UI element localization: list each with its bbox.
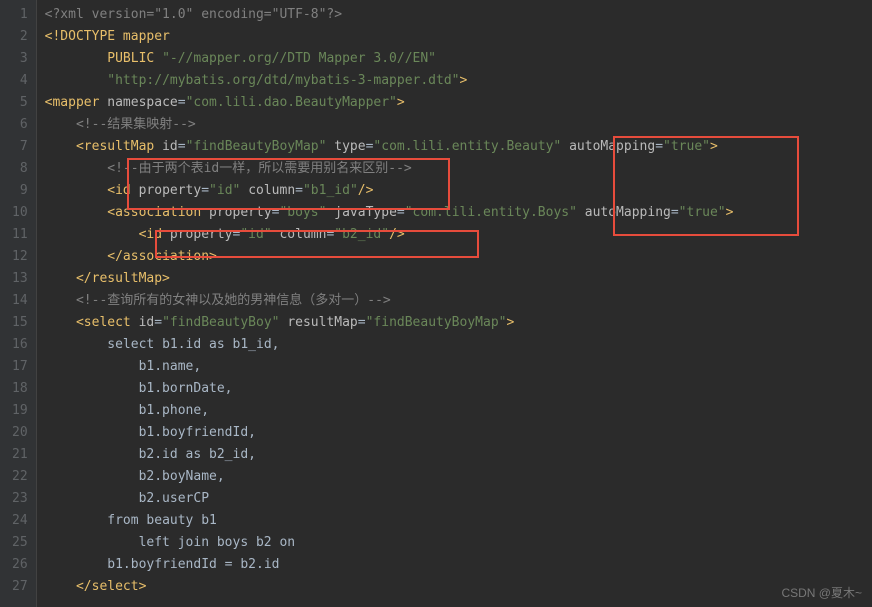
code-line[interactable]: </association> [45, 246, 872, 268]
line-number: 2 [12, 26, 28, 48]
code-line[interactable]: <!--查询所有的女神以及她的男神信息（多对一）--> [45, 290, 872, 312]
line-number: 25 [12, 532, 28, 554]
line-number: 16 [12, 334, 28, 356]
line-number: 26 [12, 554, 28, 576]
code-line[interactable]: <id property="id" column="b2_id"/> [45, 224, 872, 246]
line-number: 5 [12, 92, 28, 114]
line-number: 27 [12, 576, 28, 598]
line-number: 12 [12, 246, 28, 268]
code-line[interactable]: <resultMap id="findBeautyBoyMap" type="c… [45, 136, 872, 158]
code-editor: 1234567891011121314151617181920212223242… [0, 0, 872, 607]
code-line[interactable]: </select> [45, 576, 872, 598]
line-number: 4 [12, 70, 28, 92]
line-number: 14 [12, 290, 28, 312]
line-number: 18 [12, 378, 28, 400]
code-line[interactable]: "http://mybatis.org/dtd/mybatis-3-mapper… [45, 70, 872, 92]
line-number: 22 [12, 466, 28, 488]
line-number: 21 [12, 444, 28, 466]
code-line[interactable]: b2.userCP [45, 488, 872, 510]
code-line[interactable]: <association property="boys" javaType="c… [45, 202, 872, 224]
code-line[interactable]: PUBLIC "-//mapper.org//DTD Mapper 3.0//E… [45, 48, 872, 70]
line-number: 11 [12, 224, 28, 246]
line-number: 3 [12, 48, 28, 70]
code-line[interactable]: </resultMap> [45, 268, 872, 290]
code-line[interactable]: b1.name, [45, 356, 872, 378]
code-line[interactable]: <!DOCTYPE mapper [45, 26, 872, 48]
line-number: 6 [12, 114, 28, 136]
watermark: CSDN @夏木~ [781, 584, 862, 601]
line-number: 23 [12, 488, 28, 510]
code-line[interactable]: b1.bornDate, [45, 378, 872, 400]
code-line[interactable]: <!--由于两个表id一样，所以需要用别名来区别--> [45, 158, 872, 180]
line-number: 17 [12, 356, 28, 378]
code-line[interactable]: b2.boyName, [45, 466, 872, 488]
code-line[interactable]: b1.boyfriendId, [45, 422, 872, 444]
code-line[interactable]: select b1.id as b1_id, [45, 334, 872, 356]
line-number: 13 [12, 268, 28, 290]
line-number: 24 [12, 510, 28, 532]
line-number: 15 [12, 312, 28, 334]
code-area[interactable]: <?xml version="1.0" encoding="UTF-8"?><!… [37, 0, 872, 607]
code-line[interactable]: <?xml version="1.0" encoding="UTF-8"?> [45, 4, 872, 26]
code-line[interactable]: b1.phone, [45, 400, 872, 422]
code-line[interactable]: <mapper namespace="com.lili.dao.BeautyMa… [45, 92, 872, 114]
line-number: 20 [12, 422, 28, 444]
line-number: 1 [12, 4, 28, 26]
code-line[interactable]: b2.id as b2_id, [45, 444, 872, 466]
line-number: 9 [12, 180, 28, 202]
code-line[interactable]: b1.boyfriendId = b2.id [45, 554, 872, 576]
code-line[interactable]: <select id="findBeautyBoy" resultMap="fi… [45, 312, 872, 334]
code-line[interactable]: left join boys b2 on [45, 532, 872, 554]
line-number-gutter: 1234567891011121314151617181920212223242… [0, 0, 37, 607]
code-line[interactable]: <!--结果集映射--> [45, 114, 872, 136]
line-number: 10 [12, 202, 28, 224]
code-line[interactable]: from beauty b1 [45, 510, 872, 532]
line-number: 19 [12, 400, 28, 422]
line-number: 8 [12, 158, 28, 180]
line-number: 7 [12, 136, 28, 158]
code-line[interactable]: <id property="id" column="b1_id"/> [45, 180, 872, 202]
